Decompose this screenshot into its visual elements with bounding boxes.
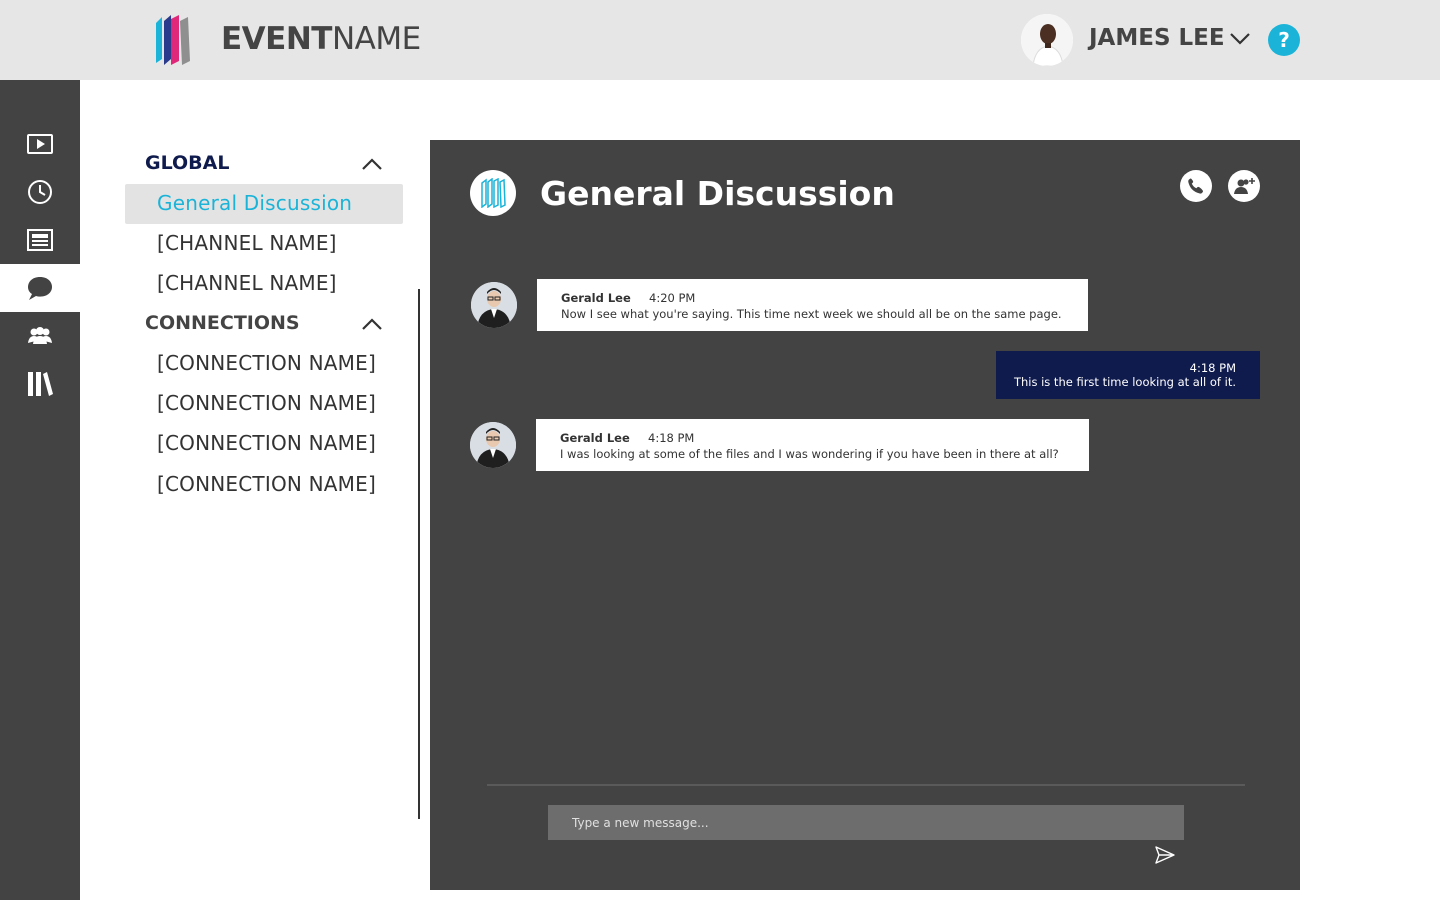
help-button[interactable]: ? bbox=[1268, 24, 1300, 56]
brand-bold: EVENT bbox=[221, 21, 332, 57]
connection-item[interactable]: [CONNECTION NAME] bbox=[157, 391, 376, 415]
chevron-down-icon[interactable] bbox=[1229, 31, 1251, 47]
sender-photo-icon bbox=[471, 282, 517, 328]
phone-icon bbox=[1188, 178, 1204, 194]
section-connections-title[interactable]: CONNECTIONS bbox=[145, 312, 300, 334]
chevron-up-icon[interactable] bbox=[361, 157, 383, 171]
user-photo-icon bbox=[1021, 14, 1073, 66]
message-time: 4:18 PM bbox=[1189, 361, 1236, 375]
chat-panel: General Discussion Gerald Lee 4:20 PM No… bbox=[430, 140, 1300, 890]
sender-photo-icon bbox=[470, 422, 516, 468]
chat-title: General Discussion bbox=[540, 174, 895, 213]
connection-item[interactable]: [CONNECTION NAME] bbox=[157, 472, 376, 496]
composer-divider bbox=[487, 784, 1245, 786]
message-text: I was looking at some of the files and I… bbox=[560, 447, 1059, 461]
user-avatar[interactable] bbox=[1021, 14, 1073, 66]
channel-item[interactable]: [CHANNEL NAME] bbox=[157, 271, 337, 295]
chevron-up-icon[interactable] bbox=[361, 317, 383, 331]
nav-library[interactable] bbox=[0, 360, 80, 408]
avatar[interactable] bbox=[471, 282, 517, 328]
event-logo-icon[interactable] bbox=[154, 15, 192, 65]
add-member-button[interactable] bbox=[1228, 170, 1260, 202]
event-logo-icon bbox=[481, 178, 506, 208]
send-icon[interactable] bbox=[1154, 845, 1176, 865]
connection-item[interactable]: [CONNECTION NAME] bbox=[157, 351, 376, 375]
clock-icon bbox=[28, 180, 52, 204]
nav-schedule[interactable] bbox=[0, 168, 80, 216]
message-sender: Gerald Lee bbox=[561, 291, 631, 305]
top-header: EVENTNAME JAMES LEE ? bbox=[0, 0, 1440, 80]
library-icon bbox=[28, 372, 53, 396]
channel-logo bbox=[470, 170, 516, 216]
play-icon bbox=[27, 134, 53, 154]
message-input[interactable] bbox=[548, 805, 1184, 840]
nav-chat[interactable] bbox=[0, 264, 80, 312]
sidebar-scrollbar[interactable] bbox=[418, 289, 420, 819]
channel-general-discussion[interactable]: General Discussion bbox=[157, 191, 352, 215]
nav-attendees[interactable] bbox=[0, 312, 80, 360]
own-message-bubble: 4:18 PM This is the first time looking a… bbox=[996, 351, 1260, 399]
people-icon bbox=[28, 327, 52, 344]
message-time: 4:20 PM bbox=[649, 291, 696, 305]
nav-sessions[interactable] bbox=[0, 120, 80, 168]
message-sender: Gerald Lee bbox=[560, 431, 630, 445]
nav-rail bbox=[0, 80, 80, 900]
nav-booths[interactable] bbox=[0, 216, 80, 264]
booth-icon bbox=[27, 229, 53, 251]
chat-icon bbox=[28, 277, 52, 300]
brand-regular: NAME bbox=[331, 21, 421, 57]
avatar[interactable] bbox=[470, 422, 516, 468]
message-text: This is the first time looking at all of… bbox=[1013, 375, 1236, 389]
message-bubble: Gerald Lee 4:18 PM I was looking at some… bbox=[536, 419, 1089, 471]
call-button[interactable] bbox=[1180, 170, 1212, 202]
connection-item[interactable]: [CONNECTION NAME] bbox=[157, 431, 376, 455]
channel-item[interactable]: [CHANNEL NAME] bbox=[157, 231, 337, 255]
message-time: 4:18 PM bbox=[648, 431, 695, 445]
section-global-title[interactable]: GLOBAL bbox=[145, 152, 229, 174]
message-bubble: Gerald Lee 4:20 PM Now I see what you're… bbox=[537, 279, 1088, 331]
message-text: Now I see what you're saying. This time … bbox=[561, 307, 1062, 321]
user-name[interactable]: JAMES LEE bbox=[1089, 25, 1225, 51]
event-name: EVENTNAME bbox=[221, 21, 421, 57]
add-user-icon bbox=[1234, 178, 1255, 194]
